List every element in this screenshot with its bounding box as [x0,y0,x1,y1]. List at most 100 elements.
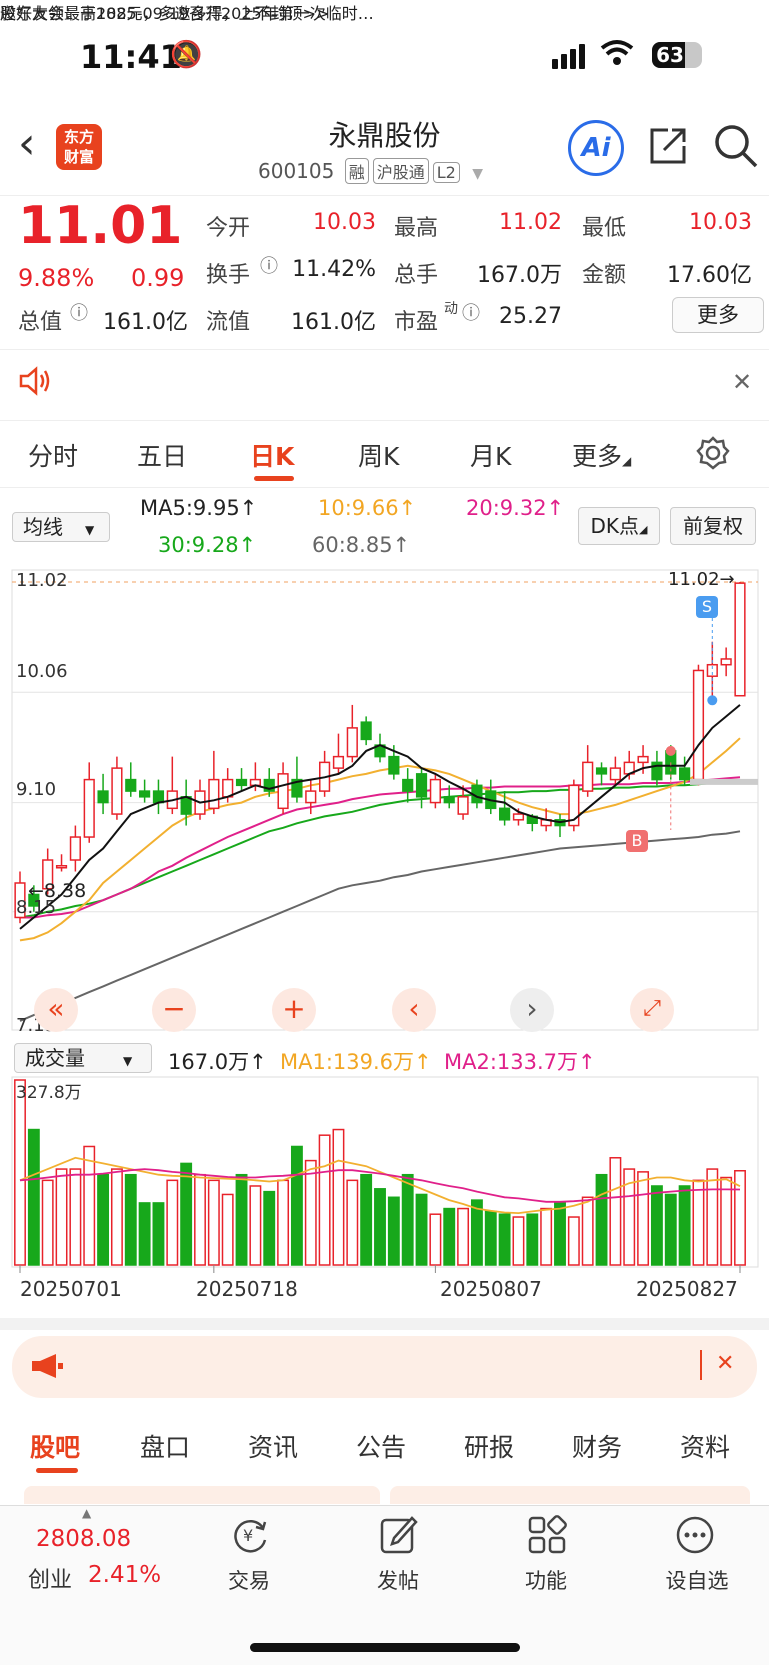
functions-icon[interactable] [526,1514,568,1560]
info-icon[interactable]: ⓘ [70,299,88,325]
prev-icon[interactable]: ‹ [392,988,436,1032]
candle [332,755,345,769]
svg-text:¥: ¥ [243,1526,253,1545]
y-label-3: 9.10 [16,779,57,800]
tab-intraday[interactable]: 分时 [28,437,78,473]
share-icon[interactable] [646,124,690,172]
zoom-in-icon[interactable]: + [272,988,316,1032]
volume-chart[interactable] [0,1075,769,1275]
tab-profile[interactable]: 资料 [680,1428,730,1464]
index-name[interactable]: 创业 [28,1562,72,1594]
up-arrow-icon: ▲ [82,1506,92,1520]
trade-icon[interactable]: ¥ [229,1514,271,1560]
mktcap-value: 161.0亿 [103,310,188,335]
megaphone-icon [30,1352,64,1384]
watchlist-label[interactable]: 设自选 [654,1565,740,1595]
volume-bar [346,1179,359,1266]
status-time: 11:41 [80,38,182,76]
volume-bar [249,1185,262,1266]
tab-forum[interactable]: 股吧 [30,1428,80,1464]
adjust-button[interactable]: 前复权 [670,507,756,545]
ai-button[interactable]: Ai [568,120,624,176]
next-icon[interactable]: › [510,988,554,1032]
settings-gear-icon[interactable] [696,436,730,474]
volume-bar [69,1168,82,1266]
candle [734,582,746,697]
amount-label: 金额 [582,263,627,288]
dk-point-button[interactable]: DK点◢ [578,507,660,545]
fullscreen-icon[interactable]: ⤢ [630,988,674,1032]
tab-monthly-k[interactable]: 月K [470,437,511,473]
zoom-out-icon[interactable]: − [152,988,196,1032]
volume-bar [83,1145,96,1266]
promo-banner[interactable] [12,1336,757,1398]
y-label-2: 10.06 [16,661,68,682]
tab-five-day[interactable]: 五日 [137,437,187,473]
info-icon[interactable]: ⓘ [462,299,480,325]
functions-label[interactable]: 功能 [506,1565,586,1595]
last-price: 11.01 [18,196,183,256]
post-label[interactable]: 发帖 [358,1565,438,1595]
index-value[interactable]: 2808.08 [36,1526,131,1552]
search-icon[interactable] [712,122,760,174]
volume-value: 167.0万 [477,263,562,288]
open-label: 今开 [206,216,251,241]
sell-signal-badge[interactable]: S [696,596,718,618]
sell-signal-dot [707,695,718,706]
candlestick-chart[interactable] [0,560,769,1040]
volume-bar [526,1213,539,1266]
tab-news[interactable]: 资讯 [248,1428,298,1464]
date-label: 20250718 [196,1277,298,1301]
candle [97,790,109,804]
volume-bar [360,1173,373,1266]
rewind-icon[interactable]: « [34,988,78,1032]
mktcap-label: 总值 [18,310,63,335]
volume-bar [14,1079,26,1266]
volume-bar [429,1213,442,1266]
candle [125,778,137,792]
low-label: 最低 [582,216,627,241]
float-cap-label: 流值 [206,310,251,335]
candle [692,669,705,781]
buy-signal-badge[interactable]: B [626,830,648,852]
chart-frame [11,569,759,1031]
volume-indicator-select[interactable]: 成交量 ▼ [14,1043,152,1073]
watchlist-icon[interactable] [674,1514,716,1560]
volume-bar [678,1185,691,1266]
candle [152,790,165,804]
tab-orderbook[interactable]: 盘口 [140,1428,190,1464]
volume-bar [41,1179,54,1266]
trade-label[interactable]: 交易 [209,1565,289,1595]
ma10-label: 10:9.66↑ [318,496,417,520]
turnover-label: 换手 [206,263,251,288]
candle [415,773,428,798]
tab-research[interactable]: 研报 [464,1428,514,1464]
volume-bar [124,1173,137,1266]
close-icon[interactable]: ✕ [716,1351,734,1376]
close-icon[interactable]: ✕ [732,368,752,396]
pe-value: 25.27 [499,304,562,329]
active-tab-indicator [254,476,294,481]
volume-bar [387,1196,400,1266]
volume-bar [332,1128,345,1266]
tab-announcements[interactable]: 公告 [356,1428,406,1464]
indicator-select[interactable]: 均线 ▼ [12,512,110,542]
volume-bar [110,1168,123,1266]
tab-daily-k[interactable]: 日K [250,437,294,473]
volume-bar [609,1157,622,1266]
info-icon[interactable]: ⓘ [260,252,278,278]
more-button[interactable]: 更多 [672,297,764,333]
open-value: 10.03 [313,210,376,235]
tab-weekly-k[interactable]: 周K [358,437,399,473]
post-icon[interactable] [378,1514,420,1560]
low-marker: ←8.38 [28,880,87,902]
volume-bar [235,1173,248,1266]
volume-bar [318,1134,331,1266]
notice-bar[interactable] [0,352,769,416]
dropdown-caret-icon[interactable]: ▼ [472,166,483,182]
tab-financials[interactable]: 财务 [572,1428,622,1464]
divider [0,1318,769,1330]
high-label: 最高 [394,216,439,241]
index-pct[interactable]: 2.41% [88,1562,161,1588]
tab-more[interactable]: 更多◢ [572,437,631,473]
